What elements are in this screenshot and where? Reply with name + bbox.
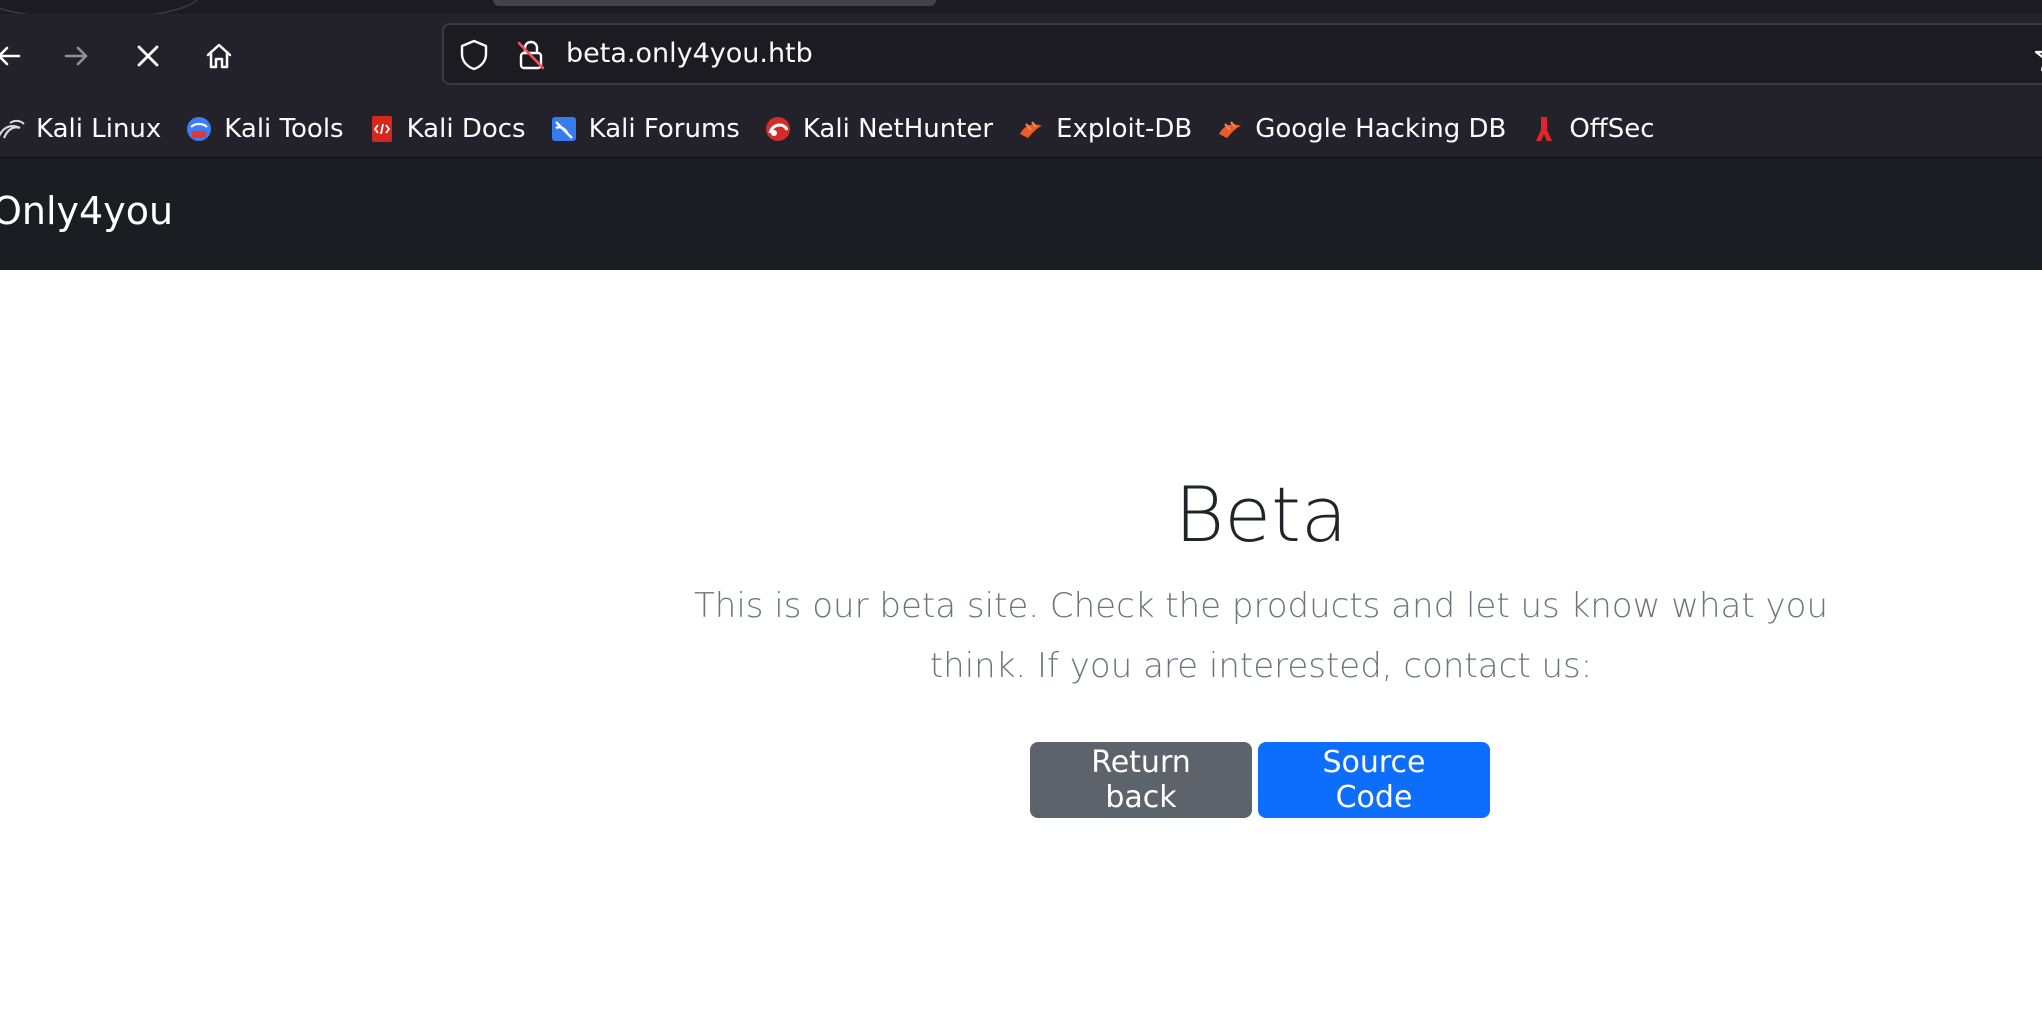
hero-section: Beta This is our beta site. Check the pr… [0,270,2042,1022]
insecure-lock-icon[interactable] [514,38,548,76]
bookmark-kali-nethunter[interactable]: Kali NetHunter [757,107,1001,151]
bookmark-kali-linux[interactable]: Kali Linux [0,107,169,151]
site-navbar: Only4you [0,158,2042,270]
bookmark-label: OffSec [1569,113,1655,144]
wallpaper-swirl [0,0,200,14]
bookmark-label: Kali Docs [406,113,526,144]
url-text[interactable]: beta.only4you.htb [566,37,813,71]
bookmark-label: Exploit-DB [1056,113,1193,144]
arrow-left-icon [0,41,23,71]
bookmark-kali-forums[interactable]: Kali Forums [543,107,748,151]
hero-button-group: Return back Source Code [1030,742,1490,818]
active-tab[interactable] [493,0,936,6]
exploit-db-icon [1016,114,1046,144]
stop-button[interactable] [126,34,170,78]
back-button[interactable] [0,34,30,78]
hero-title: Beta [1174,470,1348,559]
bookmark-label: Kali Forums [588,113,740,144]
shield-icon[interactable] [457,38,491,76]
bookmark-label: Kali Linux [36,113,162,144]
return-back-button[interactable]: Return back [1030,742,1252,818]
offsec-icon [1529,114,1559,144]
kali-docs-icon [367,114,397,144]
site-brand-link[interactable]: Only4you [0,186,173,236]
address-bar[interactable]: beta.only4you.htb [442,23,2042,85]
bookmark-label: Kali Tools [224,113,344,144]
kali-nethunter-icon [763,114,793,144]
arrow-right-icon [62,41,92,71]
bookmarks-toolbar: Kali Linux Kali Tools Kali Docs Kali For… [0,100,2042,158]
kali-forums-icon [549,114,579,144]
home-icon [203,40,235,72]
bookmark-star-icon[interactable] [2034,39,2042,77]
source-code-button[interactable]: Source Code [1258,742,1490,818]
kali-tools-icon [184,114,214,144]
bookmark-google-hacking-db[interactable]: Google Hacking DB [1209,107,1514,151]
hero-description: This is our beta site. Check the product… [694,586,1828,686]
close-icon [133,41,163,71]
ghdb-icon [1215,114,1245,144]
bookmark-offsec[interactable]: OffSec [1523,107,1662,151]
bookmark-label: Google Hacking DB [1255,113,1507,144]
tab-strip [0,0,2042,14]
home-button[interactable] [197,34,241,78]
bookmark-exploit-db[interactable]: Exploit-DB [1010,107,1200,151]
bookmark-kali-tools[interactable]: Kali Tools [178,107,351,151]
bookmark-kali-docs[interactable]: Kali Docs [361,107,534,151]
kali-dragon-icon [0,114,26,144]
forward-button[interactable] [55,34,99,78]
bookmark-label: Kali NetHunter [802,113,994,144]
browser-chrome: beta.only4you.htb Kali Linux Kali Tools … [0,0,2042,158]
